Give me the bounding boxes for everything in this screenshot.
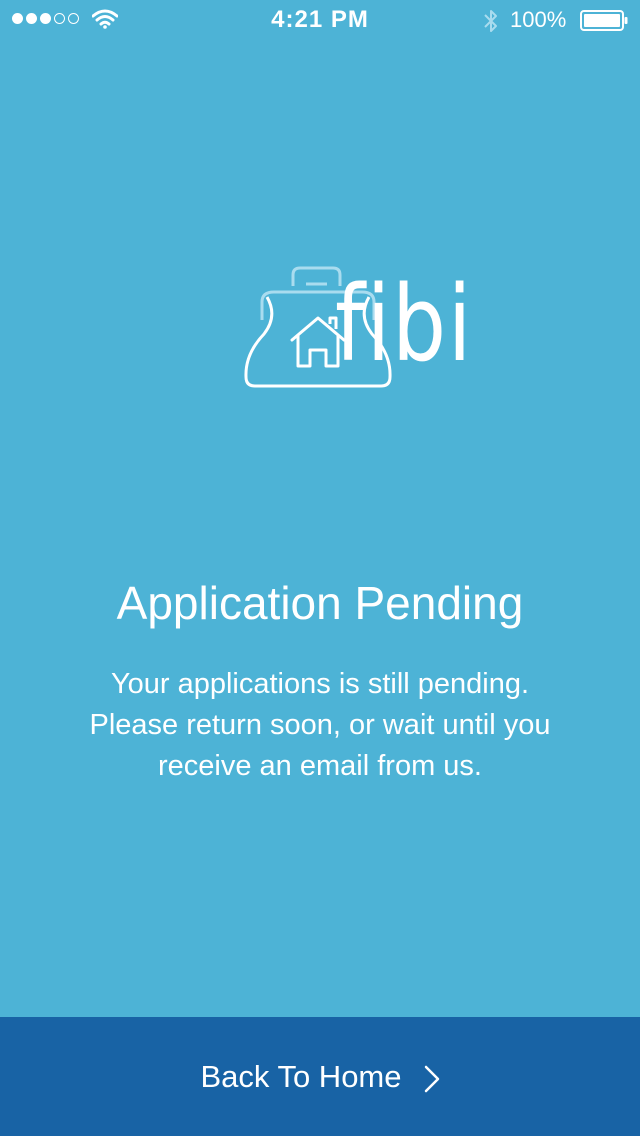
back-to-home-button[interactable]: Back To Home (0, 1017, 640, 1136)
message-line: receive an email from us. (158, 750, 482, 782)
brand-logo-text: fibi (335, 263, 474, 385)
application-pending-screen: 4:21 PM 100% fibi Application Pending Yo… (0, 0, 640, 1136)
back-to-home-label: Back To Home (200, 1058, 402, 1094)
status-bar: 4:21 PM 100% (0, 0, 640, 40)
battery-icon (580, 10, 628, 31)
message-line: Please return soon, or wait until you (89, 709, 551, 741)
page-title: Application Pending (116, 577, 524, 629)
chevron-right-icon (424, 1065, 439, 1092)
bluetooth-icon (484, 10, 497, 32)
battery-percent: 100% (510, 7, 567, 32)
status-message: Your applications is still pending. Plea… (40, 664, 600, 787)
message-line: Your applications is still pending. (110, 668, 530, 700)
